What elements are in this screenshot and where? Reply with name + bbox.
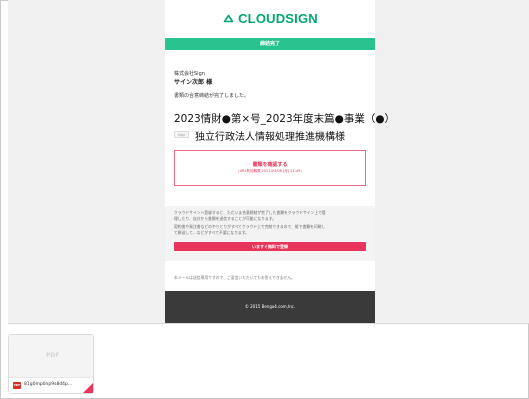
attachment-info-bar: PDF 81g0mp0np9s8d4p... [9,377,93,393]
no-reply-notice: 本メールは送信専用ですので、ご返信いただいてもお答えできません。 [174,275,295,280]
email-content: CLOUDSIGN 締結完了 株式会社Sign サイン次郎 様 書類の合意締結が… [165,0,395,323]
signup-button[interactable]: いますぐ無料で登録 [174,242,366,251]
attachment-thumbnail: PDF [9,335,93,377]
email-footer: © 2015 Bengo4.com,Inc. [165,291,375,323]
recipient-name: サイン次郎 様 [174,79,213,86]
sender-tag: Sign [174,131,189,138]
attachment-corner-fold-icon [83,383,93,393]
confirm-document-label: 書類を確認する [252,162,288,168]
completion-message: 書類の合意締結が完了しました。 [174,93,250,99]
sender-name: 独立行政法人情報処理推進機構様 [195,132,345,143]
promo-section: クラウドサインへ登録すると、ただいま合意締結が完了した書類をクラウドサイン上で管… [165,206,375,261]
cloudsign-logo: CLOUDSIGN [165,8,375,28]
confirm-document-button[interactable]: 書類を確認する (URL有効期限 2021/03/08 (月) 21:49) [174,150,366,186]
attachment-divider [8,323,529,324]
status-banner: 締結完了 [165,38,375,50]
promo-line: て郵送して…などがすべて不要になります。 [174,230,250,235]
attachment-card[interactable]: PDF PDF 81g0mp0np9s8d4p... [8,334,94,394]
promo-line: 理したり、自分から書類を送信することが可能になります。 [174,216,276,221]
pdf-thumbnail-label: PDF [46,352,60,359]
company-name: 株式会社Sign [174,71,205,77]
attachment-filename: 81g0mp0np9s8d4p... [24,382,73,387]
cloud-logo-icon [223,14,234,22]
pdf-file-icon: PDF [13,382,21,389]
logo-text: CLOUDSIGN [238,10,318,26]
document-title: 2023情財●第×号_2023年度末篇●事業（●） [174,113,395,125]
url-expiry-text: (URL有効期限 2021/03/08 (月) 21:49) [238,169,302,173]
